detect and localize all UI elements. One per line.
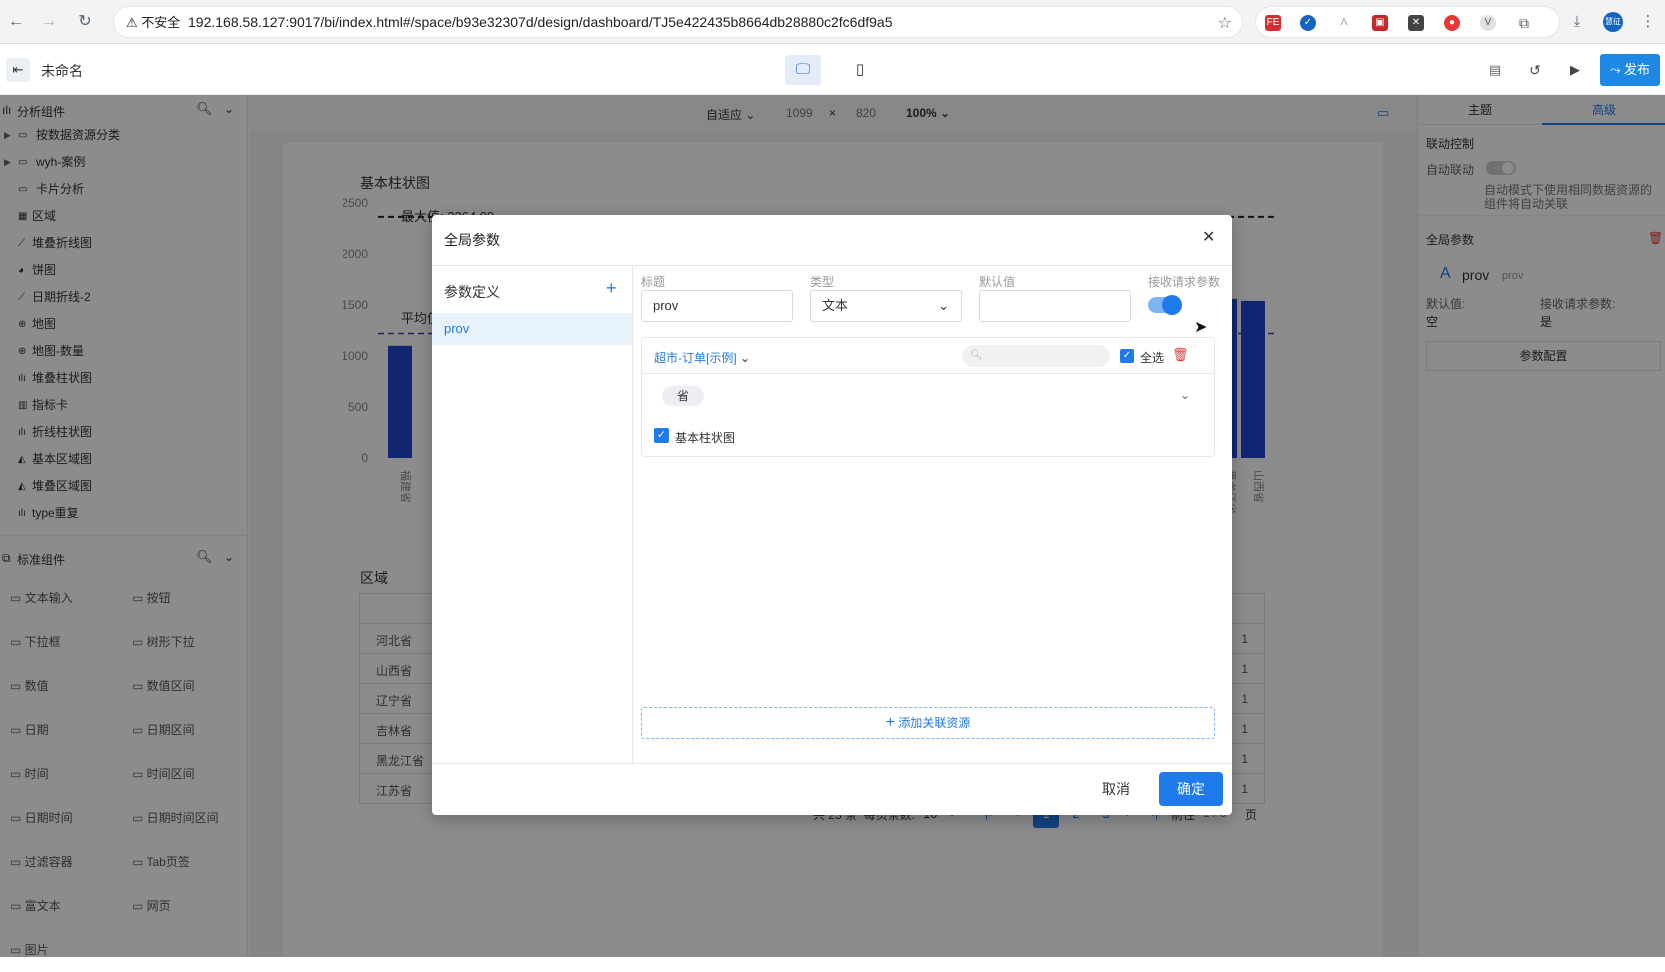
select-all-checkbox[interactable]: ✓ — [1120, 349, 1134, 363]
resource-card-header: 超市-订单[示例] ⌄ 🔍︎ ✓ 全选 🗑︎ — [642, 338, 1214, 374]
field-type-value: 文本 — [822, 298, 849, 313]
reload-icon[interactable]: ↻ — [75, 12, 95, 32]
param-list-item[interactable]: prov — [432, 313, 632, 345]
browser-toolbar: ← → ↻ ⚠ 不安全 192.168.58.127:9017/bi/index… — [0, 0, 1665, 44]
exit-icon[interactable]: ⇤ — [6, 58, 30, 82]
publish-label: 发布 — [1624, 62, 1651, 77]
back-icon[interactable]: ← — [6, 12, 26, 32]
extensions-bar: FE ✓ Λ ▣ ✕ ● V ⧉ — [1255, 6, 1560, 38]
add-param-icon[interactable]: + — [606, 278, 617, 299]
url-text[interactable]: 192.168.58.127:9017/bi/index.html#/space… — [188, 14, 892, 30]
plus-icon: + — [885, 714, 895, 731]
address-bar[interactable]: ⚠ 不安全 192.168.58.127:9017/bi/index.html#… — [113, 6, 1243, 38]
param-list-panel: 参数定义 + prov — [432, 266, 633, 763]
component-checkbox[interactable]: ✓ — [654, 428, 669, 443]
close-icon[interactable]: ✕ — [1202, 227, 1215, 247]
dialog-title: 全局参数 — [444, 232, 500, 248]
toggle-knob — [1162, 295, 1182, 315]
bookmark-star-icon[interactable]: ☆ — [1218, 13, 1232, 33]
chevron-down-icon: ⌄ — [938, 298, 949, 313]
resource-search-input[interactable]: 🔍︎ — [962, 345, 1110, 367]
mouse-cursor-icon: ➤ — [1194, 319, 1208, 336]
mobile-view-icon[interactable]: ▯ — [842, 55, 878, 85]
insecure-label: 不安全 — [141, 15, 181, 30]
cancel-button[interactable]: 取消 — [1086, 772, 1146, 806]
field-default-label: 默认值 — [979, 275, 1016, 289]
add-resource-button[interactable]: + 添加关联资源 — [641, 707, 1215, 739]
global-params-dialog: 全局参数 ✕ 参数定义 + prov 标题 prov 类型 文本 ⌄ 默认值 接收… — [432, 215, 1232, 815]
component-label: 基本柱状图 — [675, 431, 736, 445]
extension-record-icon[interactable]: ● — [1444, 15, 1460, 31]
field-title-input[interactable]: prov — [641, 290, 793, 322]
extension-v-icon[interactable]: V — [1480, 15, 1496, 31]
download-icon[interactable]: ⤓ — [1567, 12, 1587, 32]
field-tag[interactable]: 省 — [662, 386, 704, 406]
dashboard-title[interactable]: 未命名 — [41, 61, 83, 81]
field-type-select[interactable]: 文本 ⌄ — [810, 290, 962, 322]
confirm-button[interactable]: 确定 — [1159, 772, 1223, 806]
warning-icon: ⚠ — [126, 15, 138, 30]
forward-icon[interactable]: → — [39, 12, 59, 32]
resource-select[interactable]: 超市-订单[示例] ⌄ — [654, 349, 750, 366]
publish-button[interactable]: ⤳ 发布 — [1600, 54, 1660, 86]
field-title-label: 标题 — [641, 275, 666, 289]
extension-x-icon[interactable]: ✕ — [1408, 15, 1424, 31]
extensions-puzzle-icon[interactable]: ⧉ — [1516, 15, 1532, 31]
resource-card: 超市-订单[示例] ⌄ 🔍︎ ✓ 全选 🗑︎ 省 ⌄ ✓ 基本柱状图 — [641, 337, 1215, 457]
delete-icon[interactable]: 🗑︎ — [1172, 347, 1189, 363]
chevron-down-icon[interactable]: ⌄ — [1180, 388, 1190, 402]
extension-red-icon[interactable]: ▣ — [1372, 15, 1388, 31]
chevron-down-icon: ⌄ — [740, 351, 751, 365]
param-def-title: 参数定义 — [444, 284, 500, 300]
app-header: ⇤ 未命名 🖵 ▯ ▤ ↺ ▶ ⤳ 发布 — [0, 45, 1665, 95]
share-icon: ⤳ — [1610, 62, 1621, 77]
save-icon[interactable]: ▤ — [1484, 59, 1506, 81]
field-accept-label: 接收请求参数 — [1148, 275, 1221, 289]
extension-fe-icon[interactable]: FE — [1265, 15, 1281, 31]
divider — [432, 763, 1232, 764]
security-indicator[interactable]: ⚠ 不安全 — [122, 13, 188, 33]
profile-avatar[interactable]: 慧征 — [1603, 12, 1623, 32]
accept-toggle[interactable] — [1148, 295, 1182, 315]
extension-a-icon[interactable]: Λ — [1336, 15, 1352, 31]
select-all-label: 全选 — [1140, 351, 1165, 365]
browser-menu-icon[interactable]: ⋮ — [1638, 12, 1658, 32]
resource-name: 超市-订单[示例] — [654, 351, 737, 365]
add-resource-label: 添加关联资源 — [898, 716, 971, 730]
history-icon[interactable]: ↺ — [1524, 59, 1546, 81]
field-type-label: 类型 — [810, 275, 835, 289]
field-default-input[interactable] — [979, 290, 1131, 322]
extension-check-icon[interactable]: ✓ — [1300, 15, 1316, 31]
preview-icon[interactable]: ▶ — [1564, 59, 1586, 81]
desktop-view-icon[interactable]: 🖵 — [785, 55, 821, 85]
